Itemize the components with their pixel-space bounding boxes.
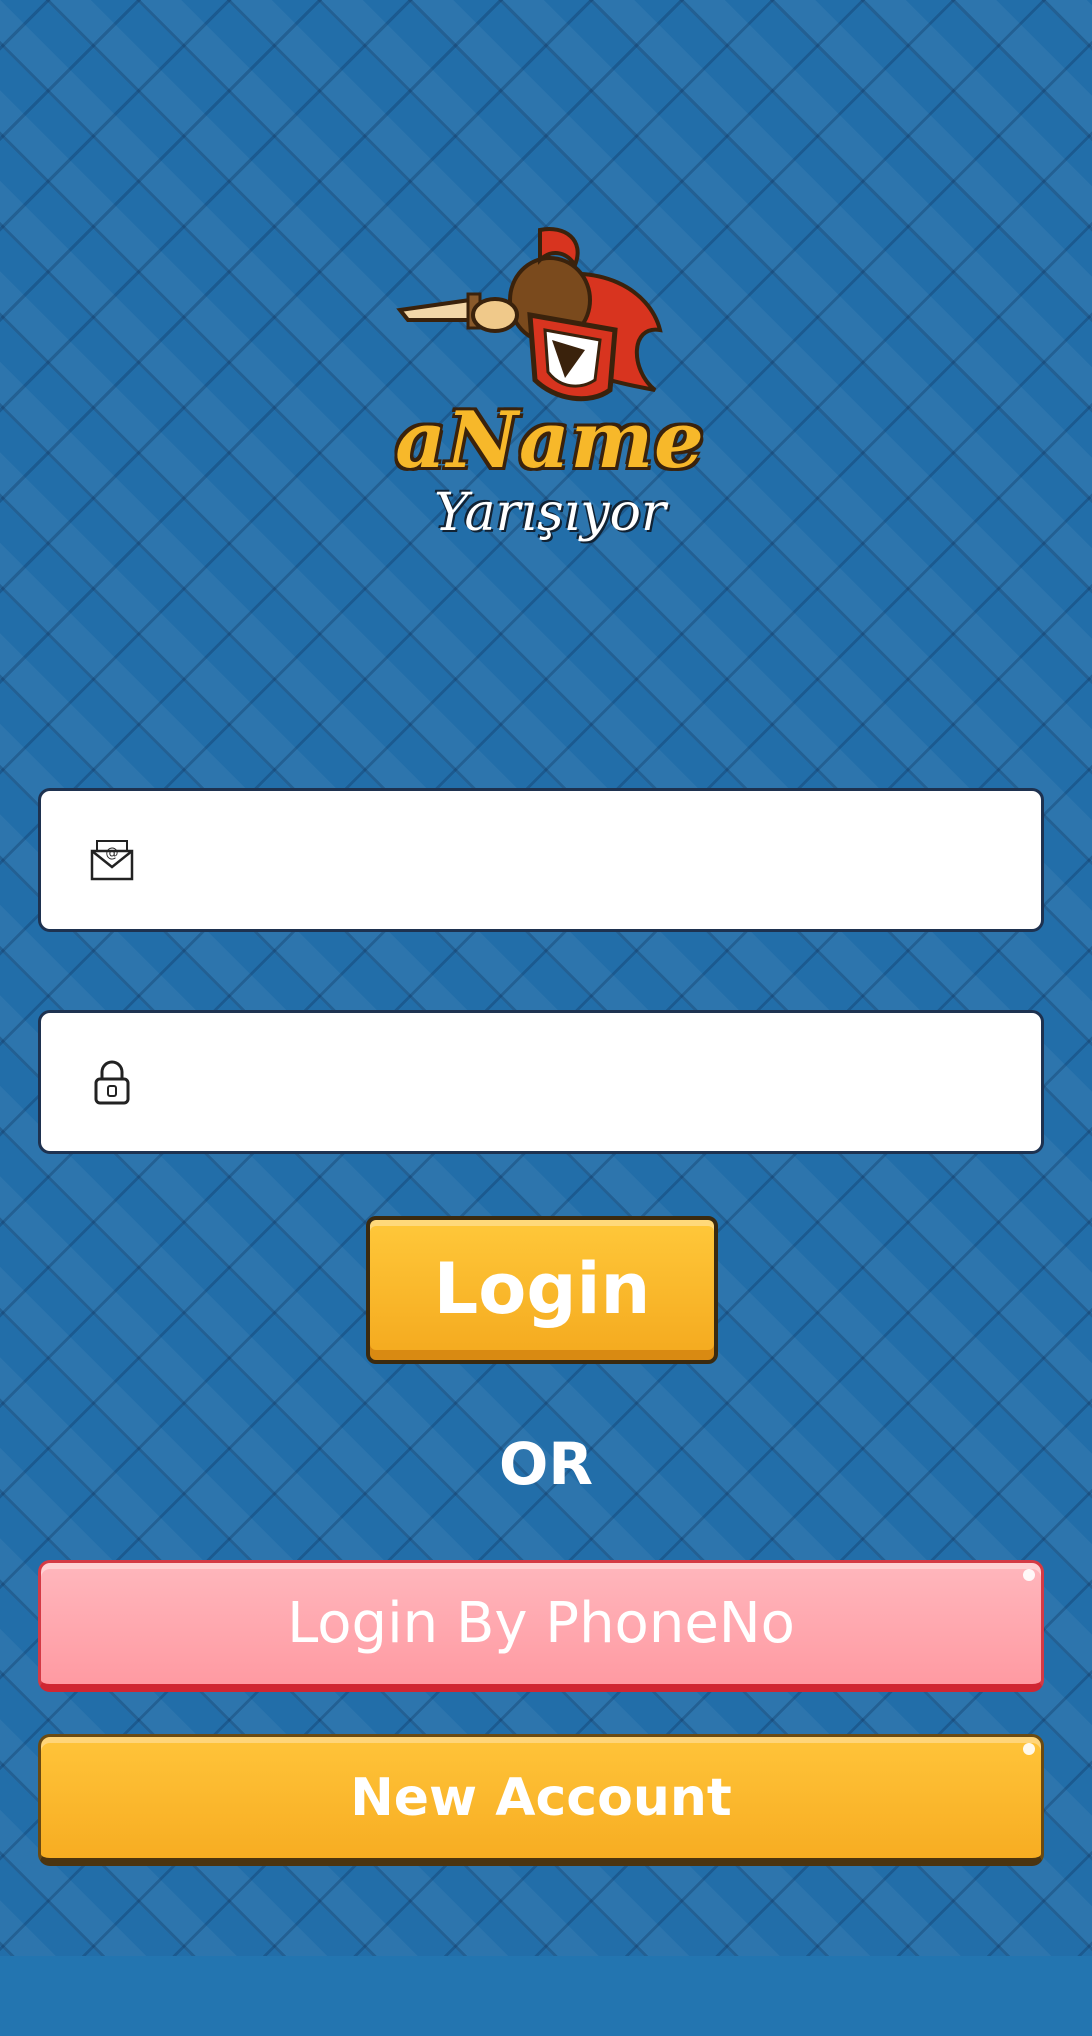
or-divider: OR bbox=[499, 1430, 593, 1498]
logo-title: aName bbox=[395, 395, 705, 486]
logo-subtitle: Yarışıyor bbox=[434, 483, 666, 543]
login-button[interactable]: Login bbox=[366, 1216, 718, 1364]
knight-mascot-icon bbox=[396, 227, 663, 402]
login-button-label: Login bbox=[433, 1248, 651, 1330]
new-account-button[interactable]: New Account bbox=[38, 1734, 1044, 1866]
new-account-label: New Account bbox=[350, 1768, 732, 1828]
lock-icon bbox=[89, 1059, 135, 1105]
app-logo: aName Yarışıyor bbox=[380, 220, 720, 560]
password-input[interactable] bbox=[171, 1013, 1015, 1153]
login-by-phone-label: Login By PhoneNo bbox=[287, 1591, 795, 1656]
email-input[interactable] bbox=[171, 791, 1015, 931]
button-shine bbox=[1023, 1743, 1035, 1755]
bottom-strip bbox=[0, 1956, 1092, 2036]
envelope-icon: @ bbox=[89, 837, 135, 883]
button-shine bbox=[1023, 1569, 1035, 1581]
login-by-phone-button[interactable]: Login By PhoneNo bbox=[38, 1560, 1044, 1692]
email-field[interactable]: @ bbox=[38, 788, 1044, 932]
svg-text:@: @ bbox=[106, 846, 119, 861]
password-field[interactable] bbox=[38, 1010, 1044, 1154]
